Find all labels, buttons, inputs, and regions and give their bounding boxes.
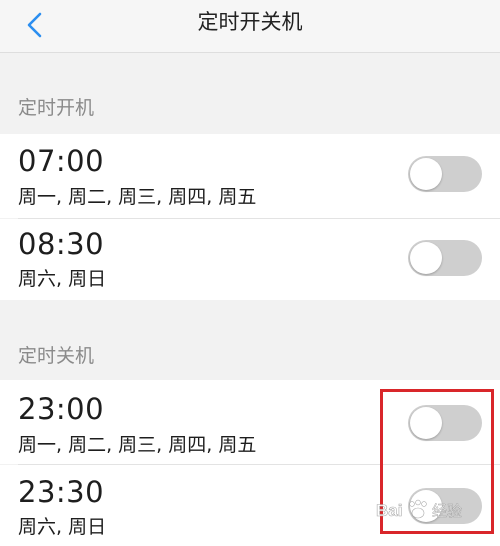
timer-power-screen: 定时开关机 定时开机 07:00 周一, 周二, 周三, 周四, 周五 08:3… xyxy=(0,0,500,546)
days-label: 周六, 周日 xyxy=(18,268,107,290)
header-bar: 定时开关机 xyxy=(0,0,500,53)
section-title-power-off: 定时关机 xyxy=(18,345,95,367)
toggle-switch[interactable] xyxy=(408,240,482,276)
days-label: 周一, 周二, 周三, 周四, 周五 xyxy=(18,186,257,208)
time-label: 08:30 xyxy=(18,227,105,261)
days-label: 周一, 周二, 周三, 周四, 周五 xyxy=(18,434,257,456)
time-label: 23:00 xyxy=(18,392,105,426)
list-item-power-on-1[interactable]: 07:00 周一, 周二, 周三, 周四, 周五 xyxy=(0,134,500,218)
days-label: 周六, 周日 xyxy=(18,516,107,538)
svg-text:Bai: Bai xyxy=(376,501,402,520)
toggle-knob xyxy=(410,242,442,274)
section-title-power-on: 定时开机 xyxy=(18,97,95,119)
page-title: 定时开关机 xyxy=(197,10,303,34)
toggle-knob xyxy=(410,158,442,190)
list-item-power-off-1[interactable]: 23:00 周一, 周二, 周三, 周四, 周五 xyxy=(0,380,500,464)
time-label: 07:00 xyxy=(18,144,105,178)
svg-text:经验: 经验 xyxy=(432,502,462,520)
toggle-switch[interactable] xyxy=(408,405,482,441)
toggle-knob xyxy=(410,407,442,439)
list-item-power-on-2[interactable]: 08:30 周六, 周日 xyxy=(0,219,500,300)
baidu-watermark-logo: Bai 经验 xyxy=(376,499,462,520)
time-label: 23:30 xyxy=(18,475,105,509)
toggle-switch[interactable] xyxy=(408,156,482,192)
